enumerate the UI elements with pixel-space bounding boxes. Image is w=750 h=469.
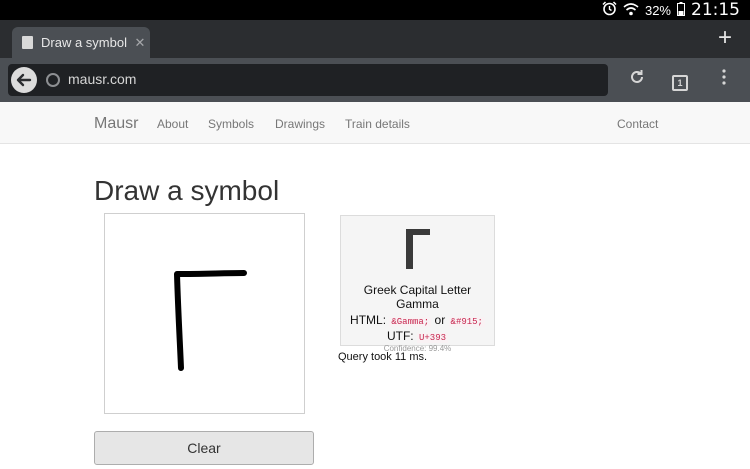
status-bar: 32% 21:15 bbox=[0, 0, 750, 20]
url-text[interactable]: mausr.com bbox=[68, 71, 136, 87]
status-icons: 32% 21:15 bbox=[602, 0, 740, 20]
symbol-name: Greek Capital Letter Gamma bbox=[363, 283, 472, 311]
utf-code: U+393 bbox=[417, 333, 449, 343]
tab-strip: Draw a symbol ✕ + bbox=[0, 20, 750, 58]
utf-prefix: UTF: bbox=[386, 329, 414, 343]
globe-icon bbox=[46, 73, 60, 87]
html-prefix: HTML: bbox=[350, 313, 387, 327]
drawn-stroke bbox=[174, 270, 247, 371]
tabs-icon[interactable]: 1 bbox=[668, 68, 692, 92]
close-icon[interactable]: ✕ bbox=[130, 35, 150, 51]
nav-symbols[interactable]: Symbols bbox=[208, 117, 254, 131]
clear-button[interactable]: Clear bbox=[94, 431, 314, 465]
battery-percent: 32% bbox=[644, 2, 671, 18]
utf-code-line: UTF: U+393 bbox=[341, 329, 494, 343]
favicon-icon bbox=[22, 36, 33, 49]
back-arrow-icon[interactable] bbox=[11, 67, 37, 93]
result-card[interactable]: Greek Capital Letter Gamma HTML: &Gamma;… bbox=[340, 215, 495, 353]
browser-toolbar: mausr.com 1 bbox=[0, 58, 750, 102]
wifi-icon bbox=[623, 2, 639, 19]
battery-icon bbox=[677, 1, 685, 19]
reload-icon[interactable] bbox=[625, 68, 649, 92]
address-bar[interactable]: mausr.com bbox=[8, 64, 608, 96]
html-numeric: &#915; bbox=[448, 317, 485, 327]
browser-tab[interactable]: Draw a symbol ✕ bbox=[12, 27, 150, 58]
alarm-icon bbox=[602, 1, 617, 19]
nav-train-details[interactable]: Train details bbox=[345, 117, 410, 131]
tab-title: Draw a symbol bbox=[41, 35, 127, 50]
query-time: Query took 11 ms. bbox=[338, 351, 428, 363]
html-or: or bbox=[434, 313, 446, 327]
symbol-glyph bbox=[341, 229, 494, 269]
page-title: Draw a symbol bbox=[94, 175, 280, 206]
drawing-canvas[interactable] bbox=[104, 213, 305, 414]
nav-contact[interactable]: Contact bbox=[617, 117, 658, 131]
brand-link[interactable]: Mausr bbox=[94, 115, 138, 133]
tab-count: 1 bbox=[672, 75, 688, 91]
nav-drawings[interactable]: Drawings bbox=[275, 117, 325, 131]
html-codes: HTML: &Gamma; or &#915; bbox=[341, 313, 494, 327]
new-tab-button[interactable]: + bbox=[718, 26, 732, 50]
menu-icon[interactable] bbox=[712, 68, 736, 92]
nav-about[interactable]: About bbox=[157, 117, 188, 131]
html-entity: &Gamma; bbox=[389, 317, 432, 327]
clock: 21:15 bbox=[691, 0, 740, 20]
site-navbar: Mausr About Symbols Drawings Train detai… bbox=[0, 102, 750, 144]
